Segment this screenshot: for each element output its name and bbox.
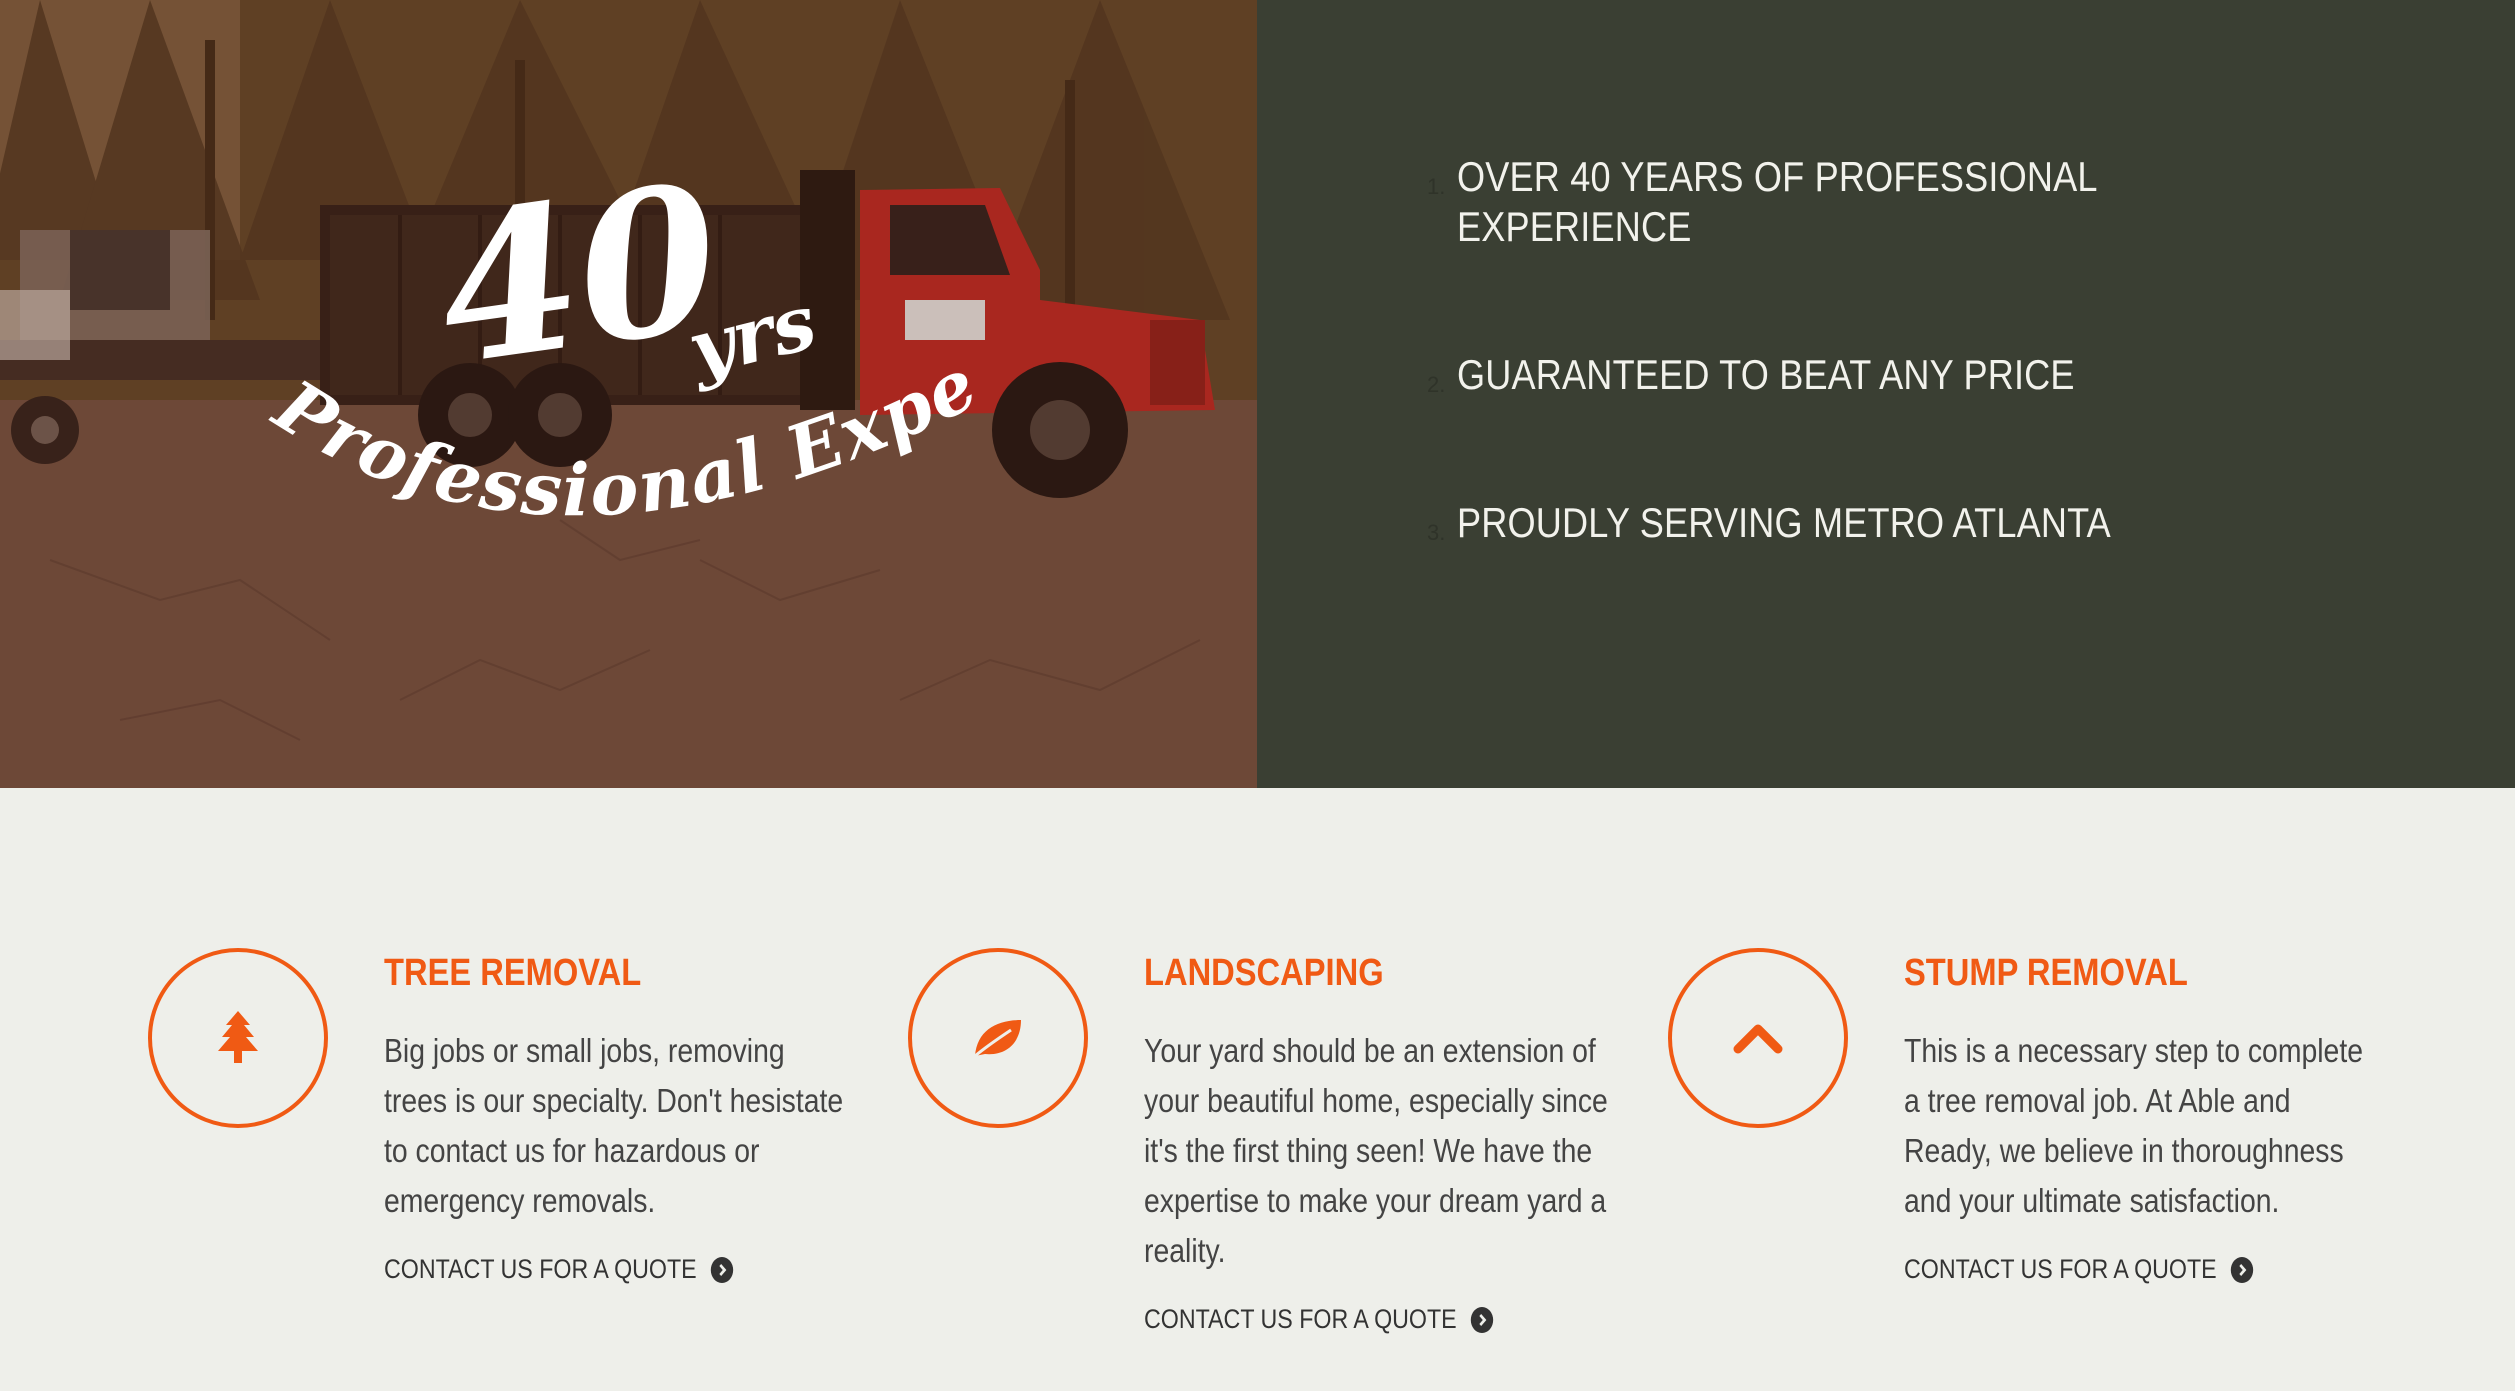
arrow-circle-right-icon <box>2230 1256 2253 1283</box>
service-description: Big jobs or small jobs, removing trees i… <box>384 1032 844 1219</box>
feature-text: PROUDLY SERVING METRO ATLANTA <box>1457 499 2111 546</box>
feature-text: OVER 40 YEARS OF PROFESSIONAL EXPERIENCE <box>1457 153 2097 250</box>
hero-section: 40 yrs Professional Experience 1. OVER 4… <box>0 0 2515 788</box>
service-icon-circle <box>908 948 1088 1128</box>
service-body: TREE REMOVAL Big jobs or small jobs, rem… <box>384 948 854 1285</box>
service-title: TREE REMOVAL <box>384 952 642 994</box>
service-description: Your yard should be an extension of your… <box>1144 1032 1608 1269</box>
service-body: STUMP REMOVAL This is a necessary step t… <box>1904 948 2374 1285</box>
features-list: 1. OVER 40 YEARS OF PROFESSIONAL EXPERIE… <box>1427 152 2217 646</box>
feature-number: 1. <box>1427 174 1446 199</box>
feature-item: 2. GUARANTEED TO BEAT ANY PRICE <box>1427 350 2217 400</box>
service-icon-circle <box>1668 948 1848 1128</box>
feature-text: GUARANTEED TO BEAT ANY PRICE <box>1457 351 2075 398</box>
service-icon-circle <box>148 948 328 1128</box>
tree-icon <box>218 1011 258 1063</box>
chevron-up-icon <box>1733 1024 1783 1054</box>
service-body: LANDSCAPING Your yard should be an exten… <box>1144 948 1614 1335</box>
contact-quote-link[interactable]: CONTACT US FOR A QUOTE <box>384 1254 848 1285</box>
contact-quote-link[interactable]: CONTACT US FOR A QUOTE <box>1904 1254 2368 1285</box>
service-title: STUMP REMOVAL <box>1904 952 2188 994</box>
services-section: TREE REMOVAL Big jobs or small jobs, rem… <box>0 788 2515 1391</box>
service-title: LANDSCAPING <box>1144 952 1384 994</box>
service-description: This is a necessary step to complete a t… <box>1904 1032 2364 1219</box>
experience-badge-logo: 40 yrs Professional Experience <box>0 0 989 533</box>
feature-item: 1. OVER 40 YEARS OF PROFESSIONAL EXPERIE… <box>1427 152 2217 252</box>
arrow-circle-right-icon <box>710 1256 733 1283</box>
arrow-circle-right-icon <box>1470 1306 1493 1333</box>
contact-quote-label: CONTACT US FOR A QUOTE <box>1904 1254 2217 1284</box>
svg-text:40: 40 <box>425 139 733 410</box>
hero-photo: 40 yrs Professional Experience <box>0 0 1257 788</box>
contact-quote-label: CONTACT US FOR A QUOTE <box>1144 1304 1457 1334</box>
feature-item: 3. PROUDLY SERVING METRO ATLANTA <box>1427 498 2217 548</box>
hero-features-panel: 1. OVER 40 YEARS OF PROFESSIONAL EXPERIE… <box>1257 0 2515 788</box>
contact-quote-link[interactable]: CONTACT US FOR A QUOTE <box>1144 1304 1608 1335</box>
leaf-icon <box>974 1020 1021 1058</box>
contact-quote-label: CONTACT US FOR A QUOTE <box>384 1254 697 1284</box>
feature-number: 2. <box>1427 372 1446 397</box>
feature-number: 3. <box>1427 520 1446 545</box>
